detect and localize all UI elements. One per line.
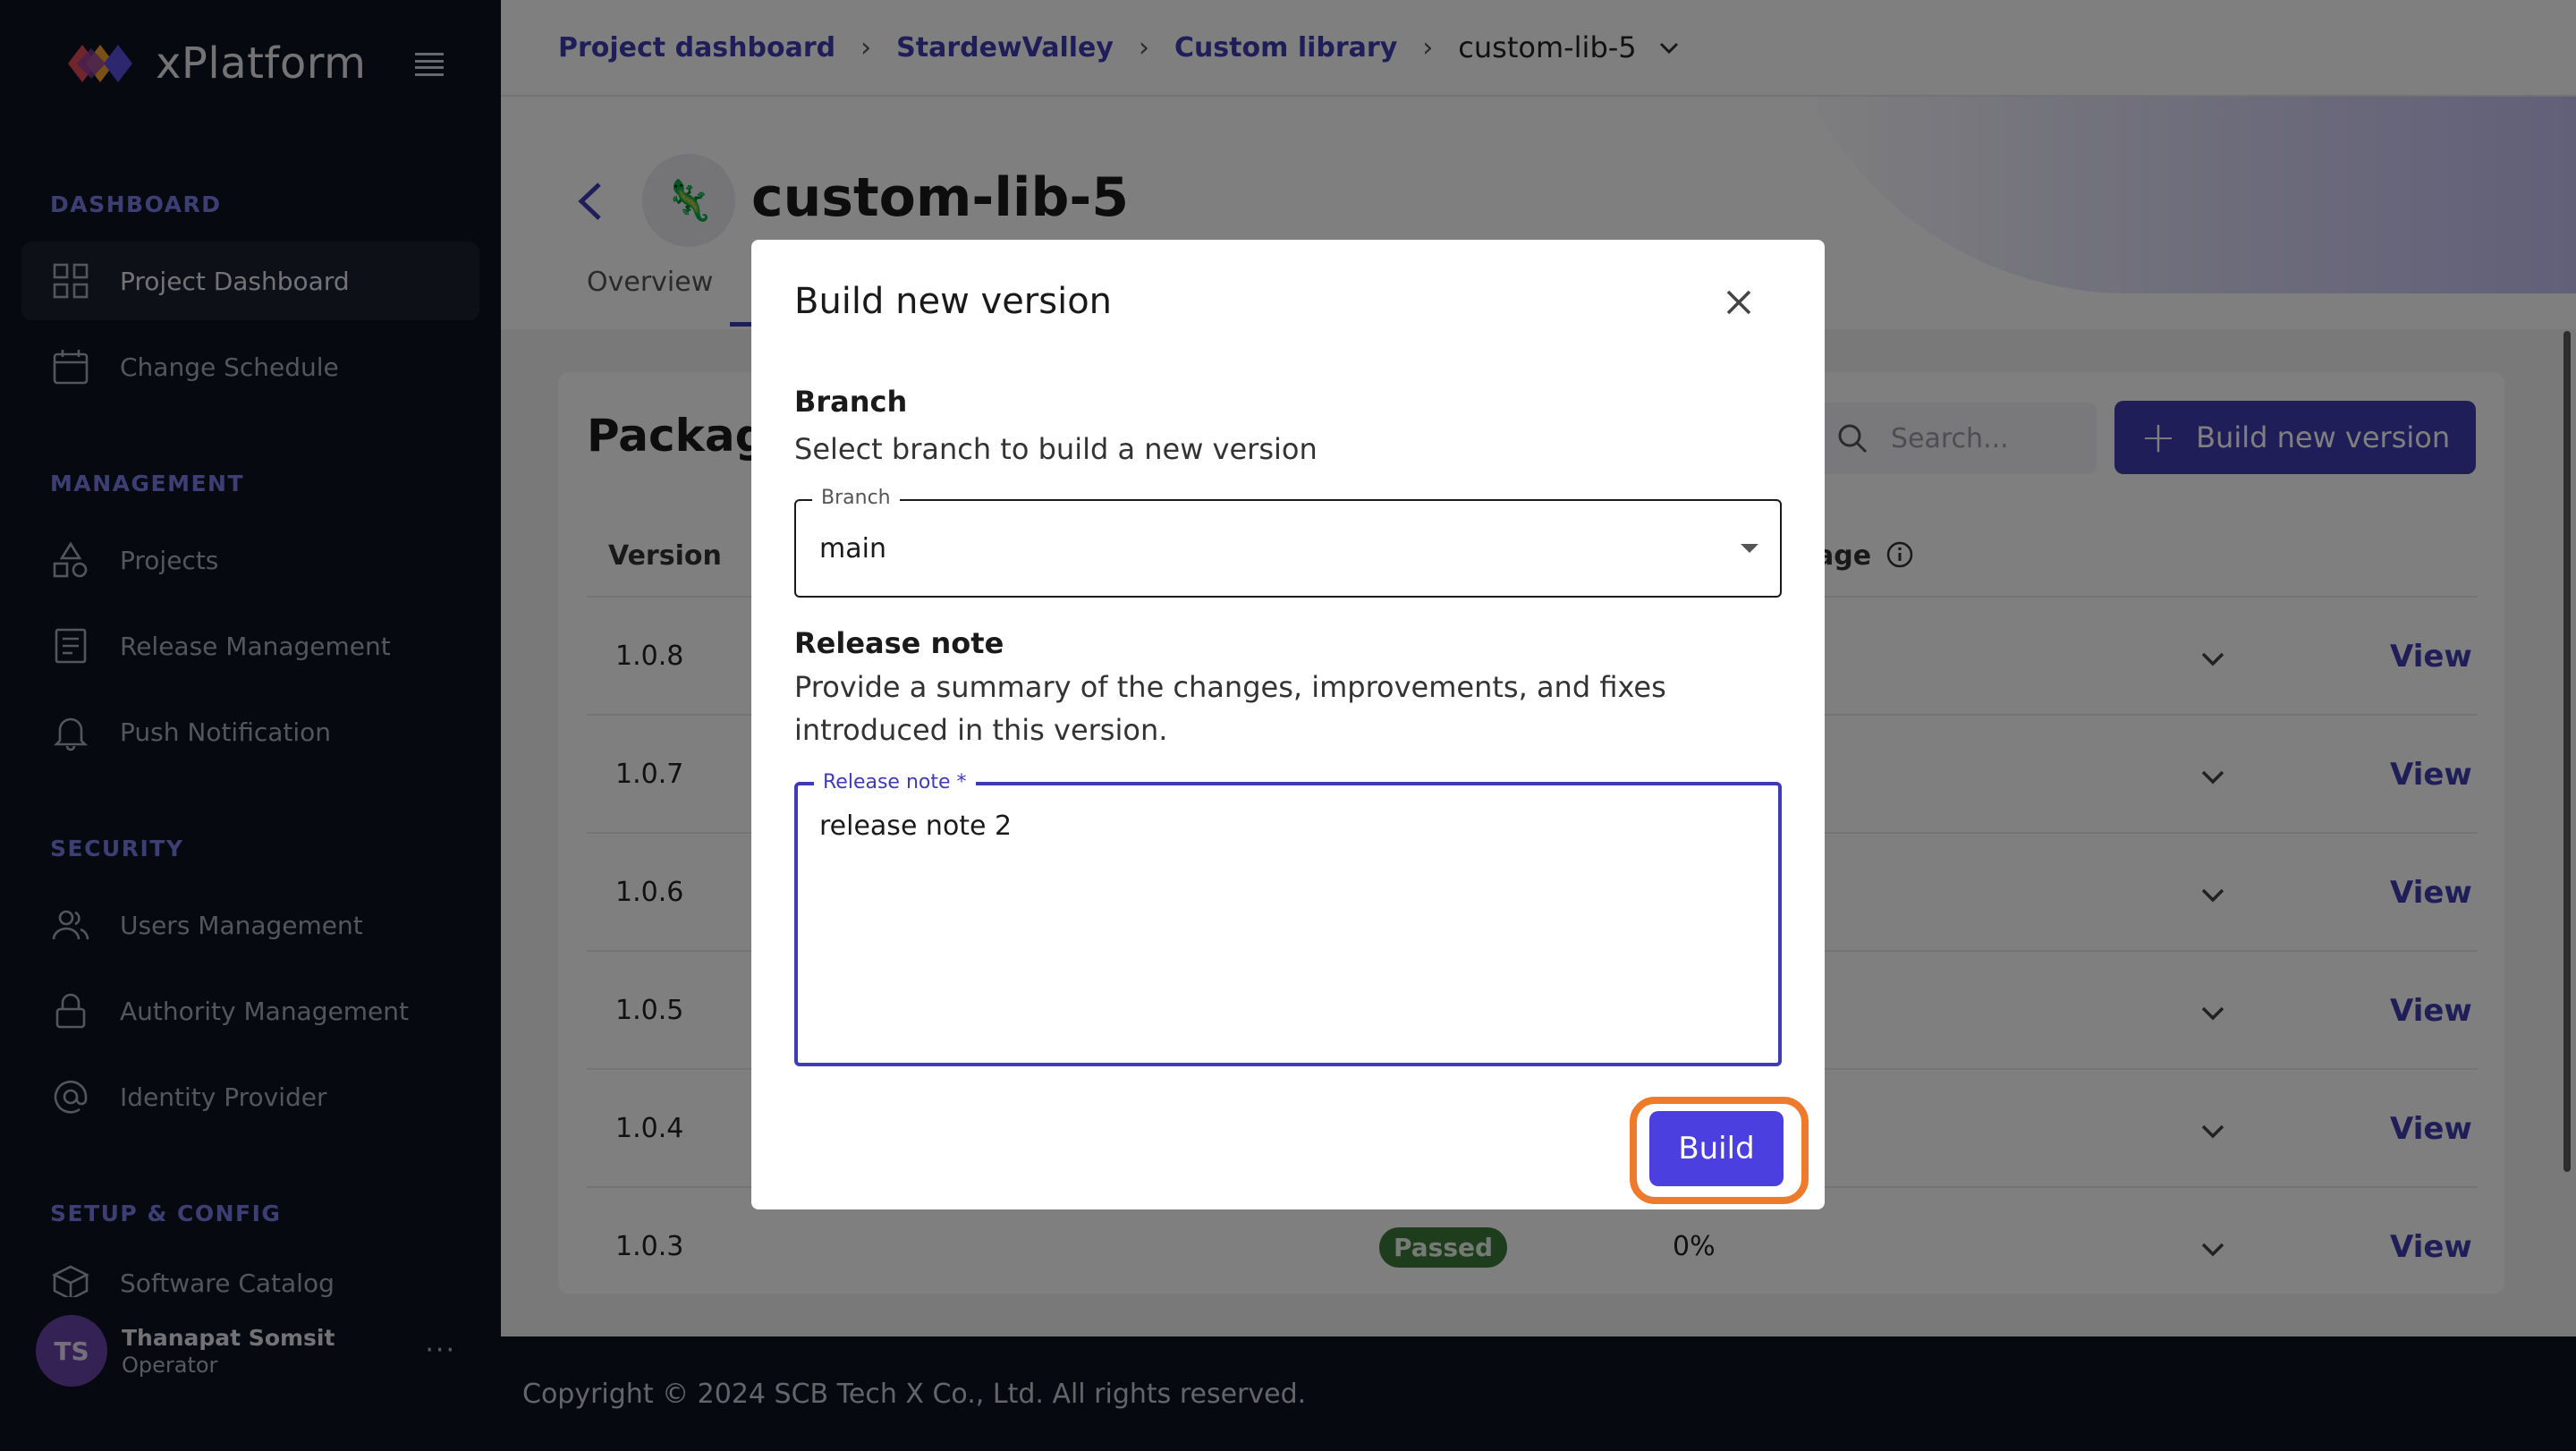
- branch-description: Select branch to build a new version: [794, 432, 1318, 466]
- release-note-field-label: Release note *: [814, 771, 976, 793]
- build-button[interactable]: Build: [1649, 1111, 1784, 1186]
- dropdown-arrow-icon: [1741, 544, 1758, 553]
- close-icon[interactable]: [1723, 286, 1755, 318]
- build-new-version-dialog: Build new version Branch Select branch t…: [751, 240, 1825, 1209]
- release-note-field[interactable]: Release note * release note 2: [794, 771, 1782, 1066]
- release-note-textarea[interactable]: release note 2: [819, 810, 1758, 1043]
- branch-select[interactable]: Branch main: [794, 487, 1782, 598]
- branch-field-label: Branch: [812, 487, 900, 509]
- branch-heading: Branch: [794, 385, 908, 419]
- release-note-description: Provide a summary of the changes, improv…: [794, 670, 1666, 747]
- branch-select-value: main: [819, 533, 886, 564]
- dialog-title: Build new version: [794, 281, 1113, 322]
- release-note-heading: Release note: [794, 626, 1004, 660]
